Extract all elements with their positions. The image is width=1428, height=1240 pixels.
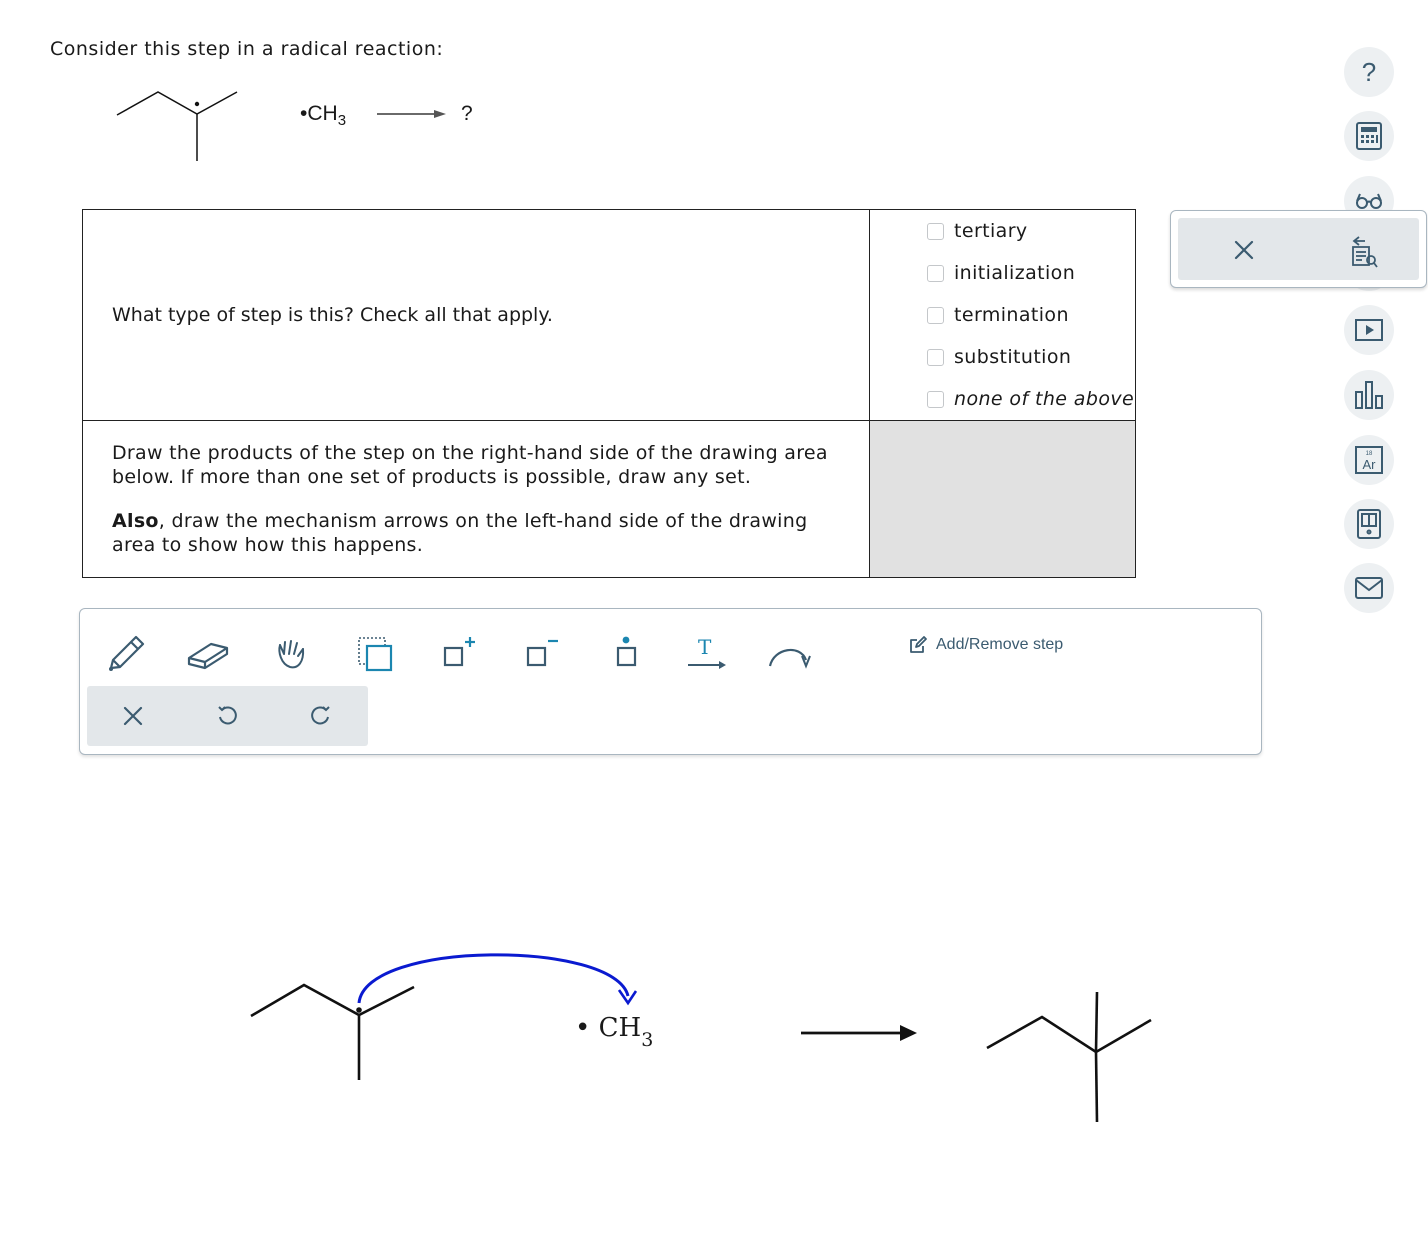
action-bar — [87, 686, 368, 746]
calculator-icon[interactable] — [1344, 111, 1394, 161]
edit-icon — [910, 636, 927, 653]
undo-icon[interactable] — [206, 696, 248, 736]
select-icon[interactable] — [350, 631, 400, 677]
periodic-table-icon[interactable]: 18 Ar — [1344, 435, 1394, 485]
option-tertiary[interactable]: tertiary — [927, 210, 1135, 252]
option-termination[interactable]: termination — [927, 294, 1135, 336]
close-icon[interactable] — [1226, 232, 1262, 268]
help-icon-glyph: ? — [1361, 56, 1377, 87]
empty-grey-cell — [869, 420, 1136, 578]
redo-icon[interactable] — [300, 696, 342, 736]
option-initialization[interactable]: initialization — [927, 252, 1135, 294]
option-substitution[interactable]: substitution — [927, 336, 1135, 378]
video-icon[interactable] — [1344, 305, 1394, 355]
popup-bar — [1178, 218, 1419, 280]
pencil-icon[interactable] — [100, 631, 150, 677]
question-text: What type of step is this? Check all tha… — [112, 304, 553, 326]
subscript-3: 3 — [641, 1029, 654, 1051]
draw-instructions-cell: Draw the products of the step on the rig… — [82, 420, 870, 578]
radical-dot — [356, 1007, 362, 1013]
option-label: initialization — [954, 262, 1076, 284]
radical-dot-glyph: • — [575, 1013, 591, 1043]
options-cell: tertiary initialization termination subs… — [869, 209, 1136, 421]
reactant-radical-drawing — [250, 983, 415, 1080]
checkbox[interactable] — [927, 390, 944, 408]
reactant-structure — [116, 91, 238, 161]
add-remove-step-label: Add/Remove step — [936, 636, 1064, 653]
option-none-of-the-above[interactable]: none of the above — [927, 378, 1135, 420]
hand-icon[interactable] — [267, 631, 317, 677]
switch-icon[interactable] — [1345, 231, 1381, 271]
methyl-radical-canvas-label: • CH3 — [575, 1013, 653, 1051]
methyl-radical-label: •CH3 — [300, 102, 346, 129]
periodic-symbol: Ar — [1363, 457, 1377, 472]
checkbox[interactable] — [927, 306, 944, 324]
question-table: What type of step is this? Check all tha… — [82, 209, 1136, 578]
tool-popup — [1170, 210, 1427, 288]
help-icon[interactable]: ? — [1344, 47, 1394, 97]
clear-icon[interactable] — [112, 696, 154, 736]
curved-arrow-icon[interactable] — [764, 631, 814, 677]
add-charge-icon[interactable] — [433, 631, 483, 677]
svg-text:T: T — [698, 635, 712, 659]
option-label: none of the above — [954, 388, 1135, 410]
draw-instructions-2-rest: , draw the mechanism arrows on the left-… — [112, 510, 808, 556]
product-drawing — [986, 991, 1152, 1123]
mail-icon[interactable] — [1344, 563, 1394, 613]
reaction-arrow — [801, 1025, 917, 1041]
option-label: substitution — [954, 346, 1072, 368]
draw-instructions-2: Also, draw the mechanism arrows on the l… — [112, 509, 853, 557]
draw-instructions-1: Draw the products of the step on the rig… — [112, 442, 828, 488]
question-cell: What type of step is this? Check all tha… — [82, 209, 870, 421]
add-remove-step-button[interactable]: Add/Remove step — [908, 635, 1063, 655]
option-label: termination — [954, 304, 1069, 326]
remove-charge-icon[interactable] — [516, 631, 566, 677]
checkbox[interactable] — [927, 348, 944, 366]
checkbox[interactable] — [927, 222, 944, 240]
drawing-toolbar: T Add/Remove step — [79, 608, 1262, 755]
ch-text: CH — [598, 1013, 642, 1043]
ebook-icon[interactable] — [1344, 499, 1394, 549]
unknown-product: ? — [461, 102, 473, 125]
drawing-canvas[interactable] — [0, 940, 1428, 1140]
option-label: tertiary — [954, 220, 1028, 242]
eraser-icon[interactable] — [183, 631, 233, 677]
radical-dot — [194, 101, 200, 107]
chart-icon[interactable] — [1344, 370, 1394, 420]
prompt-text: Consider this step in a radical reaction… — [50, 38, 444, 60]
subscript-3: 3 — [337, 112, 347, 129]
checkbox[interactable] — [927, 264, 944, 282]
also-bold: Also — [112, 510, 159, 532]
radical-icon[interactable] — [599, 631, 649, 677]
ch-text: CH — [307, 102, 338, 125]
reaction-arrow — [377, 110, 446, 118]
text-arrow-icon[interactable]: T — [682, 631, 732, 677]
mechanism-arrow[interactable] — [357, 953, 638, 1006]
